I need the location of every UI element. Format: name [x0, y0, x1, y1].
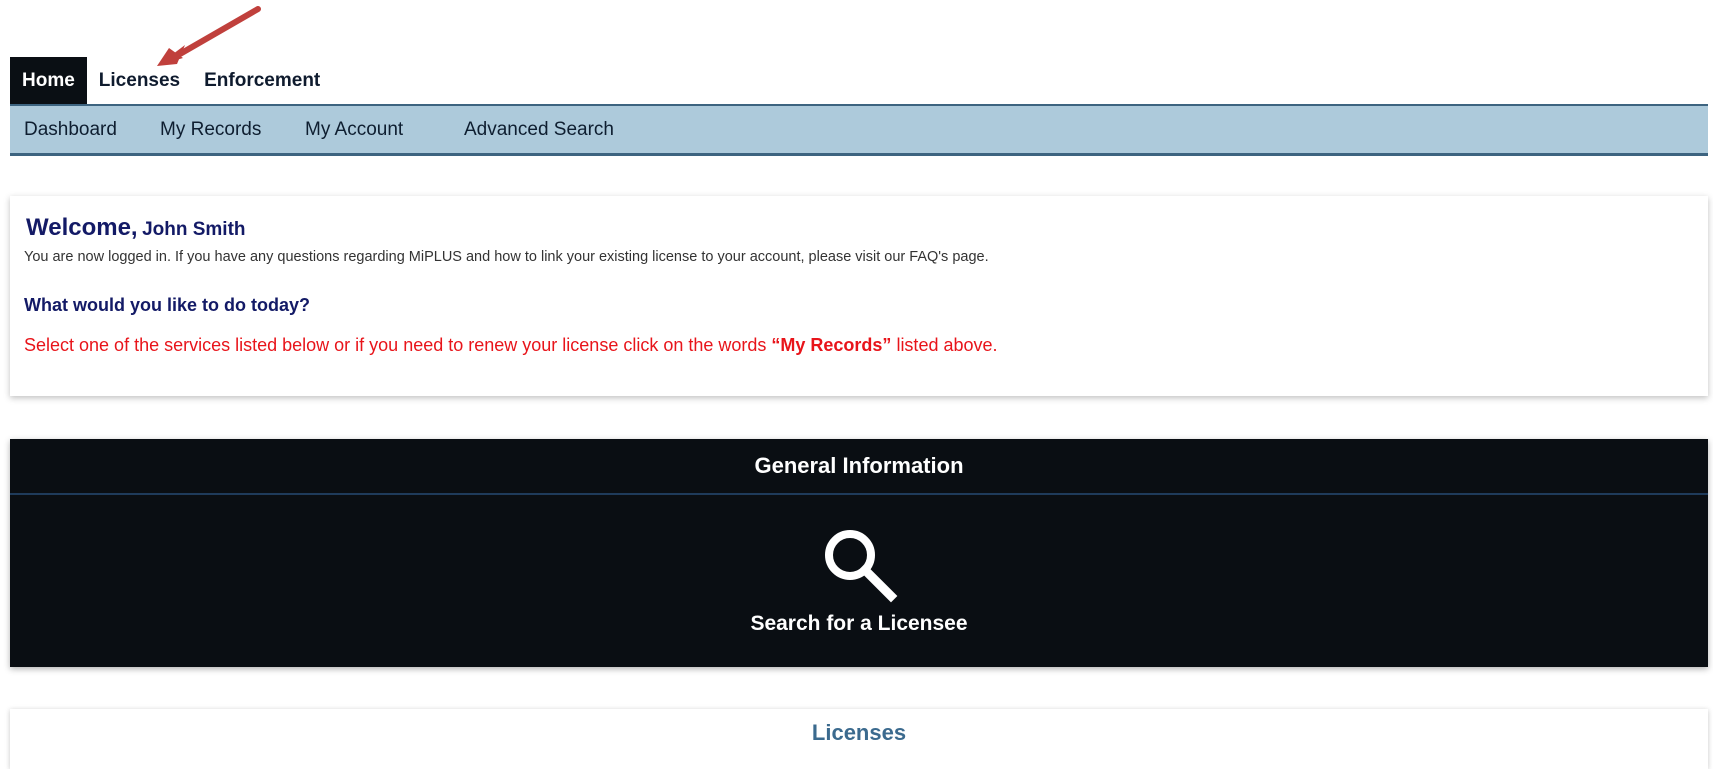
- search-icon: [825, 530, 898, 603]
- instruction-highlight: “My Records”: [771, 335, 892, 355]
- welcome-question: What would you like to do today?: [24, 295, 310, 315]
- licenses-title: Licenses: [811, 720, 907, 745]
- nav-advanced-search[interactable]: Advanced Search: [464, 119, 614, 141]
- welcome-heading: Welcome, John Smith: [26, 214, 246, 242]
- instruction-text-end: listed above.: [891, 335, 998, 355]
- search-licensee-link[interactable]: Search for a Licensee: [10, 525, 1708, 636]
- nav-my-records[interactable]: My Records: [160, 119, 261, 141]
- general-info-title: General Information: [10, 439, 1708, 495]
- top-nav: Home Licenses Enforcement: [10, 57, 332, 113]
- tab-enforcement[interactable]: Enforcement: [192, 57, 332, 105]
- licenses-panel: Licenses: [10, 709, 1708, 769]
- nav-dashboard[interactable]: Dashboard: [24, 119, 117, 141]
- nav-my-account[interactable]: My Account: [305, 119, 403, 141]
- sub-nav: Dashboard My Records My Account Advanced…: [10, 104, 1708, 156]
- general-info-panel: General Information Search for a License…: [10, 439, 1708, 667]
- user-name: John Smith: [142, 219, 246, 240]
- tab-licenses[interactable]: Licenses: [87, 57, 192, 105]
- search-licensee-label: Search for a Licensee: [750, 612, 968, 635]
- welcome-greeting: Welcome,: [26, 214, 138, 241]
- login-message: You are now logged in. If you have any q…: [24, 249, 989, 265]
- welcome-card: Welcome, John Smith You are now logged i…: [10, 196, 1708, 396]
- tab-home[interactable]: Home: [10, 57, 87, 113]
- instruction-text: Select one of the services listed below …: [24, 335, 772, 355]
- welcome-instruction: Select one of the services listed below …: [24, 335, 998, 356]
